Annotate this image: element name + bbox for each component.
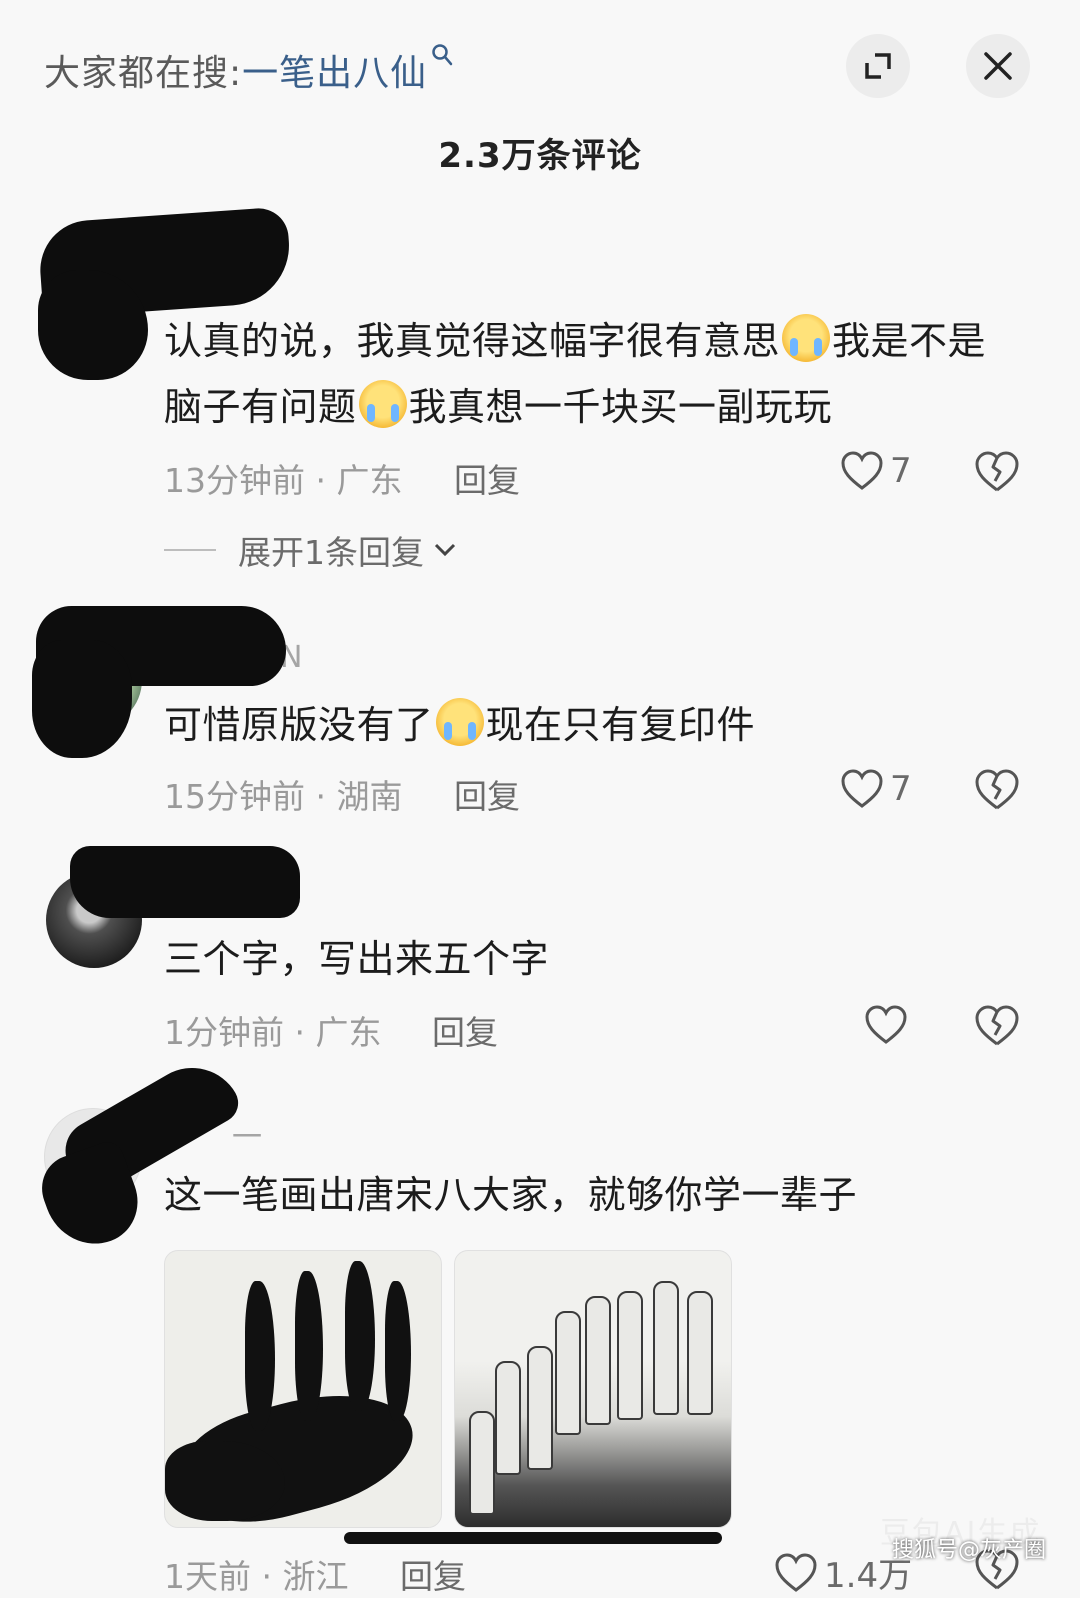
broken-heart-icon — [975, 769, 1019, 810]
comment-text: 三个字，写出来五个字 — [164, 937, 550, 981]
trending-search-term[interactable]: 一笔出八仙 — [242, 44, 427, 96]
comment-time-location: 1分钟前 · 广东 — [164, 1013, 382, 1052]
reply-button[interactable]: 回复 — [454, 770, 520, 818]
comment-time-location: 15分钟前 · 湖南 — [164, 777, 403, 816]
figure — [617, 1291, 643, 1420]
eight-immortals-illustration[interactable] — [454, 1250, 732, 1528]
like-count: 7 — [890, 769, 912, 809]
comments-count: 2.3万条评论 — [438, 136, 642, 176]
close-icon — [984, 52, 1012, 80]
broken-heart-icon — [975, 1005, 1019, 1046]
figure — [555, 1311, 581, 1435]
like-button[interactable]: 7 — [840, 450, 912, 492]
trending-search[interactable]: 大家都在搜: 一笔出八仙 — [44, 40, 453, 100]
redaction-mark — [32, 640, 132, 758]
comment-time-location: 13分钟前 · 广东 — [164, 461, 403, 500]
divider-line — [164, 549, 216, 551]
dislike-button[interactable] — [974, 1004, 1020, 1052]
ink-stroke — [345, 1261, 375, 1411]
figure — [585, 1296, 611, 1425]
reply-button[interactable]: 回复 — [432, 1006, 498, 1054]
dislike-button[interactable] — [974, 450, 1020, 498]
trending-search-prefix: 大家都在搜: — [44, 53, 243, 94]
heart-icon — [841, 451, 883, 490]
expand-replies-button[interactable]: 展开1条回复 — [164, 526, 458, 574]
figure — [469, 1411, 495, 1515]
home-indicator[interactable] — [344, 1532, 722, 1544]
ink-stroke — [165, 1441, 285, 1521]
source-watermark: 搜狐号@灰产圈 — [892, 1538, 1047, 1563]
figure — [527, 1346, 553, 1470]
heart-icon — [775, 1552, 817, 1592]
comment-text: 认真的说，我真觉得这幅字很有意思 我是不是脑子有问题 我真想一千块买一副玩玩 — [164, 308, 1024, 440]
figure — [653, 1281, 679, 1415]
crying-emoji-icon — [358, 380, 407, 428]
like-button[interactable]: 7 — [840, 768, 912, 810]
expand-button[interactable] — [846, 34, 910, 98]
comment-text: 可惜原版没有了 现在只有复印件 — [164, 692, 1024, 758]
dislike-button[interactable] — [974, 768, 1020, 816]
laughing-crying-emoji-icon — [435, 698, 484, 746]
redaction-mark — [70, 846, 300, 918]
reply-button[interactable]: 回复 — [454, 454, 520, 502]
crying-emoji-icon — [782, 314, 831, 362]
comment-text: 这一笔画出唐宋八大家，就够你学一辈子 — [164, 1173, 858, 1217]
heart-icon — [841, 769, 883, 808]
calligraphy-image[interactable] — [164, 1250, 442, 1528]
reply-button[interactable]: 回复 — [400, 1550, 466, 1598]
expand-replies-label: 展开1条回复 — [238, 533, 424, 572]
ink-stroke — [245, 1281, 275, 1431]
figure — [687, 1291, 713, 1415]
ink-stroke — [295, 1271, 323, 1421]
close-button[interactable] — [966, 34, 1030, 98]
comment-time-location: 1天前 · 浙江 — [164, 1557, 349, 1596]
expand-icon — [865, 53, 891, 79]
comment-username[interactable]: 一 — [232, 1112, 262, 1156]
search-icon — [431, 43, 453, 73]
ink-stroke — [385, 1281, 411, 1421]
like-button[interactable] — [864, 1004, 914, 1046]
comments-panel: 大家都在搜: 一笔出八仙 2.3万条评论 认真的说，我真觉得这幅字很有意思 我是不… — [0, 0, 1080, 1596]
figure — [495, 1361, 521, 1475]
chevron-down-icon — [434, 543, 456, 557]
like-count: 7 — [890, 451, 912, 491]
broken-heart-icon — [975, 451, 1019, 492]
heart-icon — [865, 1005, 907, 1044]
